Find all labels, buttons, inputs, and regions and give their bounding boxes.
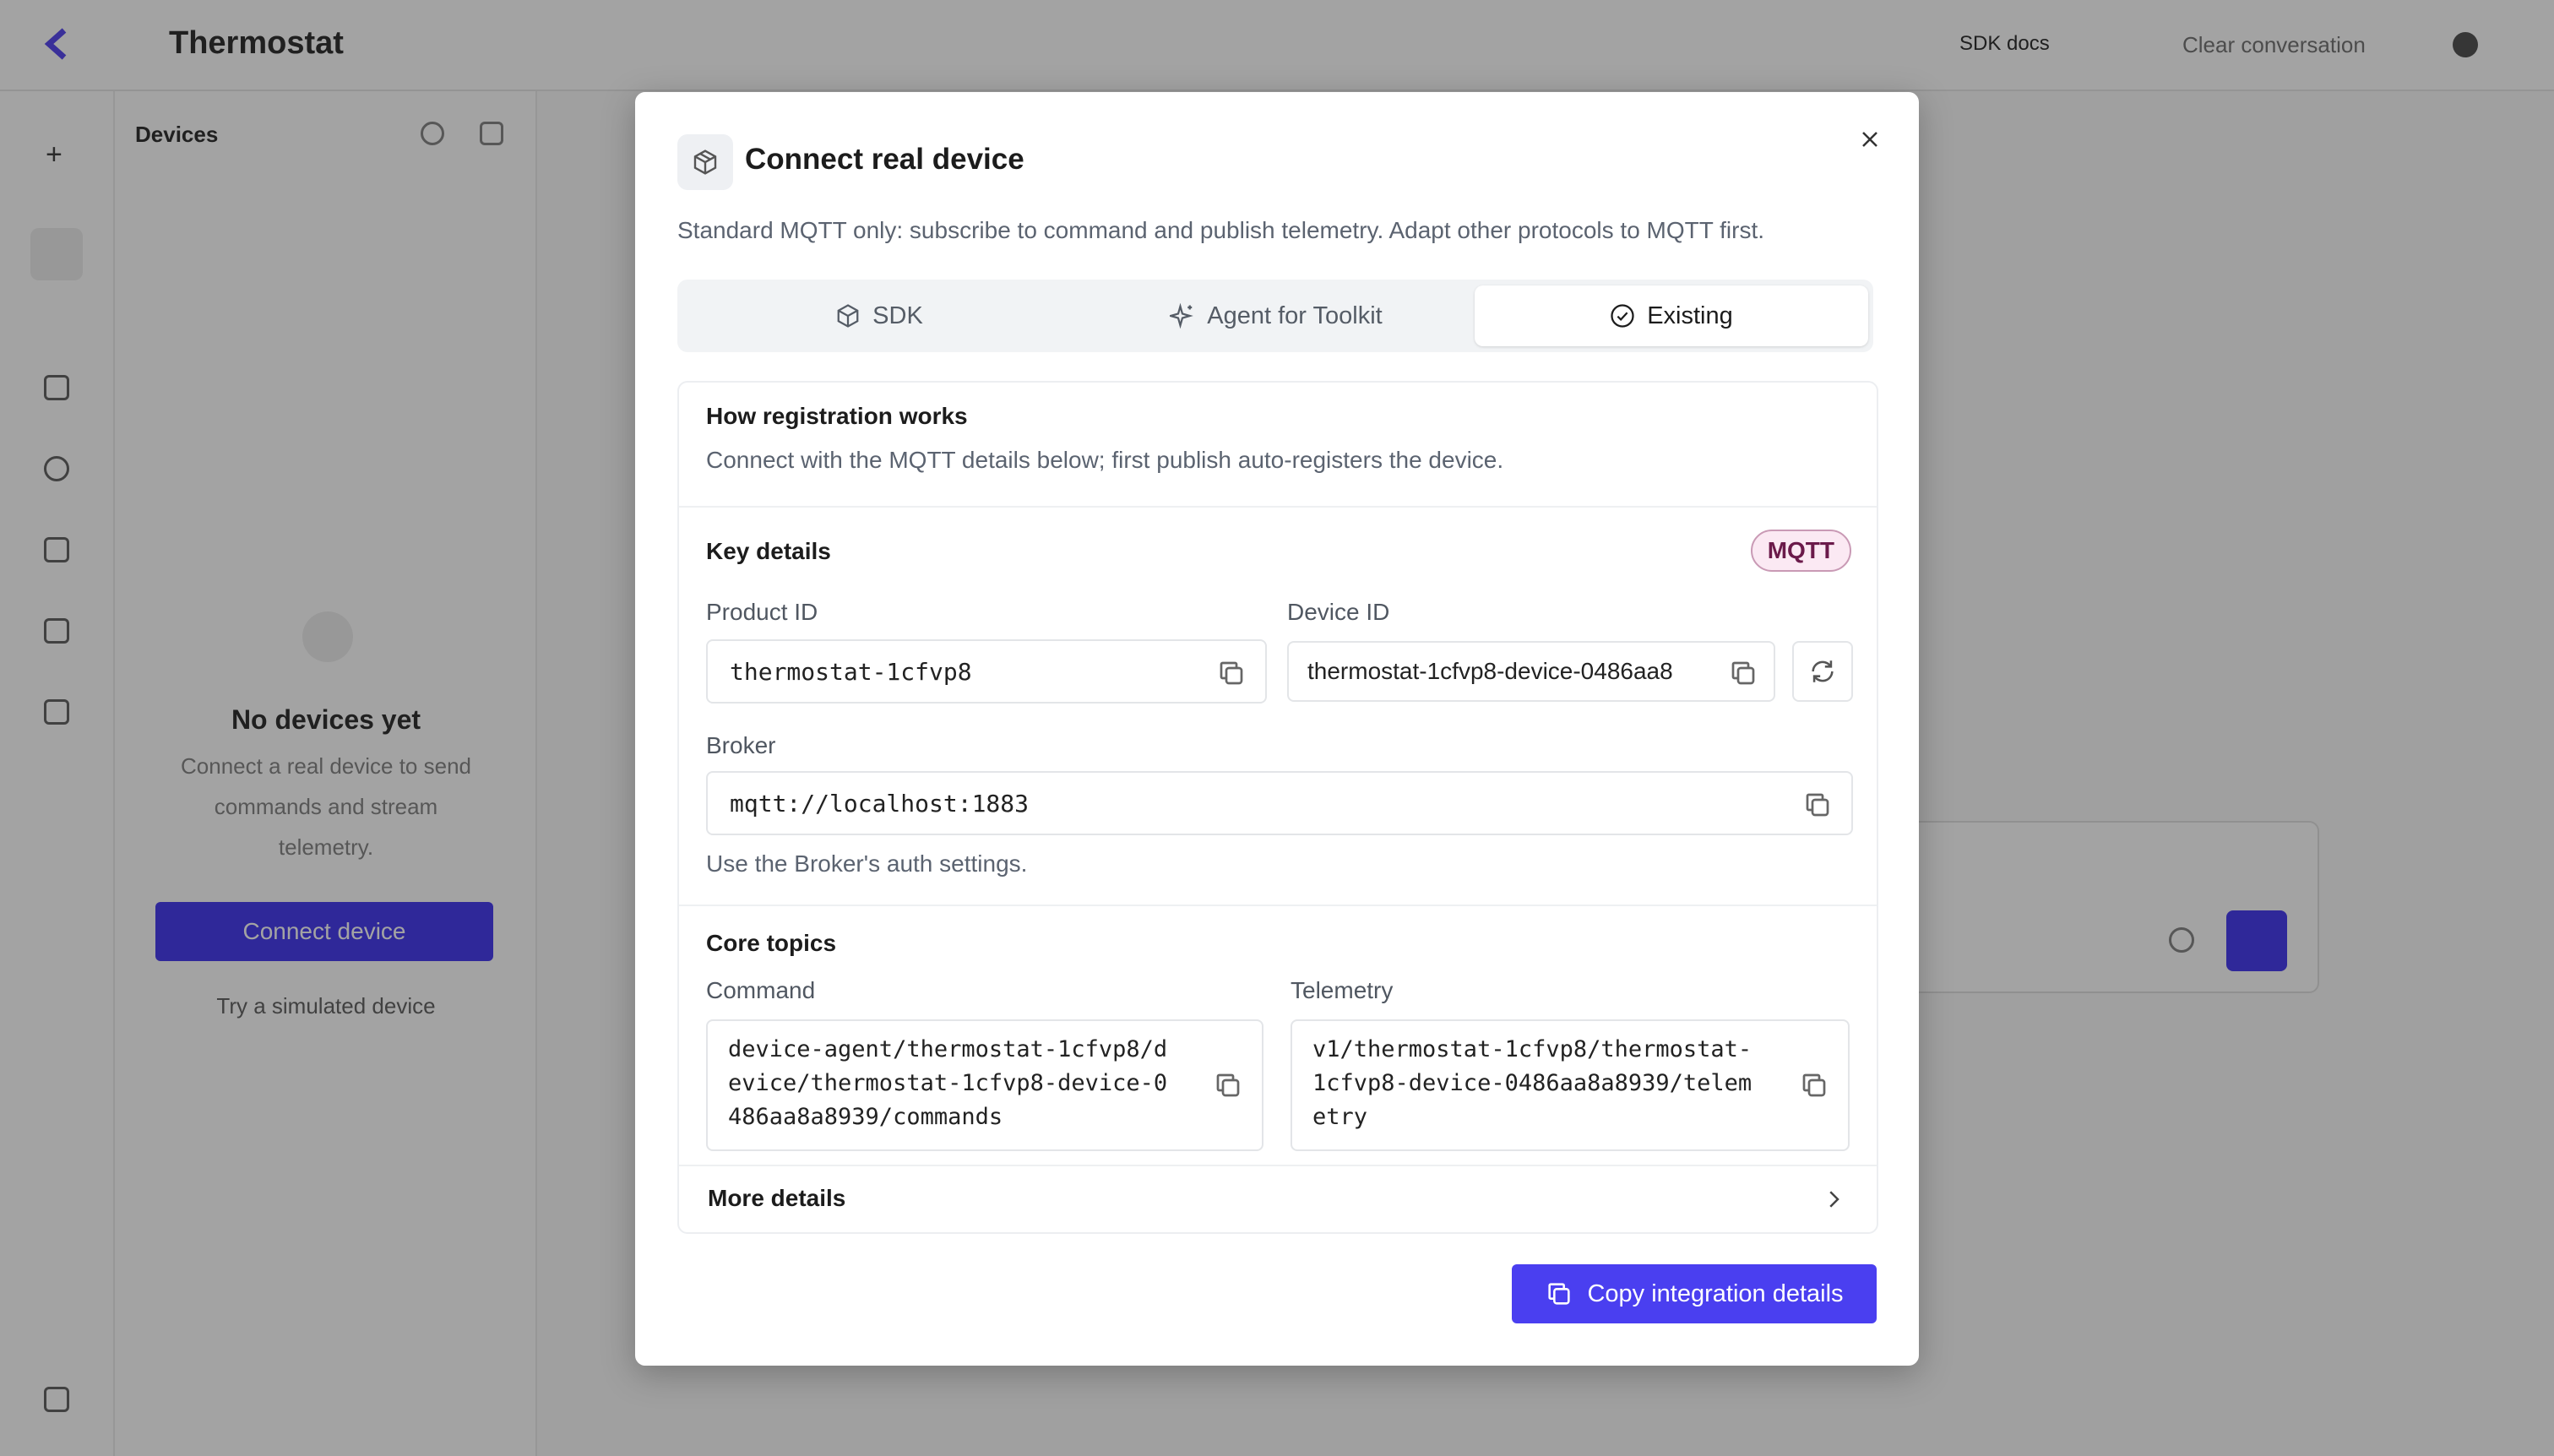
- more-details-label: More details: [708, 1185, 846, 1211]
- core-topics-title: Core topics: [706, 930, 837, 956]
- modal-description: Standard MQTT only: subscribe to command…: [677, 217, 1765, 243]
- product-id-value: thermostat-1cfvp8: [730, 657, 972, 686]
- broker-field: mqtt://localhost:1883: [706, 771, 1853, 835]
- copy-icon: [1548, 1283, 1571, 1305]
- close-button[interactable]: [1851, 121, 1888, 158]
- refresh-icon: [1812, 660, 1834, 682]
- regenerate-device-id-button[interactable]: [1792, 641, 1853, 702]
- tab-sdk-label: SDK: [872, 302, 923, 329]
- check-circle-icon: [1611, 304, 1634, 328]
- more-details-toggle[interactable]: More details: [679, 1166, 1877, 1234]
- telemetry-topic-field: v1/thermostat-1cfvp8/thermostat- 1cfvp8-…: [1291, 1019, 1850, 1151]
- package-icon: [837, 304, 859, 328]
- command-topic-value: device-agent/thermostat-1cfvp8/d evice/t…: [728, 1036, 1168, 1130]
- details-card: How registration works Connect with the …: [677, 381, 1878, 1234]
- device-id-field: thermostat-1cfvp8-device-0486aa8: [1287, 641, 1775, 702]
- protocol-badge: MQTT: [1750, 530, 1851, 572]
- close-icon: [1862, 132, 1877, 147]
- telemetry-label: Telemetry: [1291, 977, 1394, 1003]
- command-label: Command: [706, 977, 816, 1003]
- chevron-right-icon: [1829, 1191, 1839, 1208]
- broker-value: mqtt://localhost:1883: [730, 789, 1030, 818]
- broker-note: Use the Broker's auth settings.: [706, 850, 1028, 877]
- device-id-label: Device ID: [1287, 599, 1390, 625]
- tab-agent-label: Agent for Toolkit: [1207, 302, 1383, 329]
- tab-sdk[interactable]: SDK: [684, 285, 1074, 346]
- registration-title: How registration works: [706, 403, 968, 429]
- key-details-title: Key details: [706, 538, 831, 564]
- connect-device-modal: Connect real device Standard MQTT only: …: [635, 92, 1919, 1366]
- telemetry-topic-value: v1/thermostat-1cfvp8/thermostat- 1cfvp8-…: [1312, 1036, 1752, 1130]
- tab-bar: SDK Agent for Toolkit Existing: [677, 280, 1873, 352]
- package-icon: [677, 134, 733, 190]
- tab-existing[interactable]: Existing: [1475, 285, 1868, 346]
- sparkle-icon: [1170, 303, 1194, 329]
- product-id-field: thermostat-1cfvp8: [706, 639, 1267, 704]
- copy-icon[interactable]: [1728, 658, 1758, 688]
- copy-integration-details-button[interactable]: Copy integration details: [1512, 1264, 1877, 1323]
- copy-icon[interactable]: [1213, 1070, 1243, 1100]
- registration-text: Connect with the MQTT details below; fir…: [706, 447, 1504, 473]
- copy-integration-details-label: Copy integration details: [1587, 1279, 1844, 1307]
- copy-icon[interactable]: [1799, 1070, 1829, 1100]
- copy-icon[interactable]: [1216, 658, 1247, 688]
- product-id-label: Product ID: [706, 599, 818, 625]
- copy-icon[interactable]: [1802, 790, 1833, 820]
- divider: [679, 506, 1877, 508]
- modal-title: Connect real device: [745, 143, 1024, 176]
- tab-existing-label: Existing: [1647, 302, 1733, 329]
- tab-agent-for-toolkit[interactable]: Agent for Toolkit: [1081, 285, 1471, 346]
- broker-label: Broker: [706, 732, 776, 758]
- command-topic-field: device-agent/thermostat-1cfvp8/d evice/t…: [706, 1019, 1263, 1151]
- divider: [679, 905, 1877, 906]
- device-id-value: thermostat-1cfvp8-device-0486aa8: [1307, 658, 1673, 684]
